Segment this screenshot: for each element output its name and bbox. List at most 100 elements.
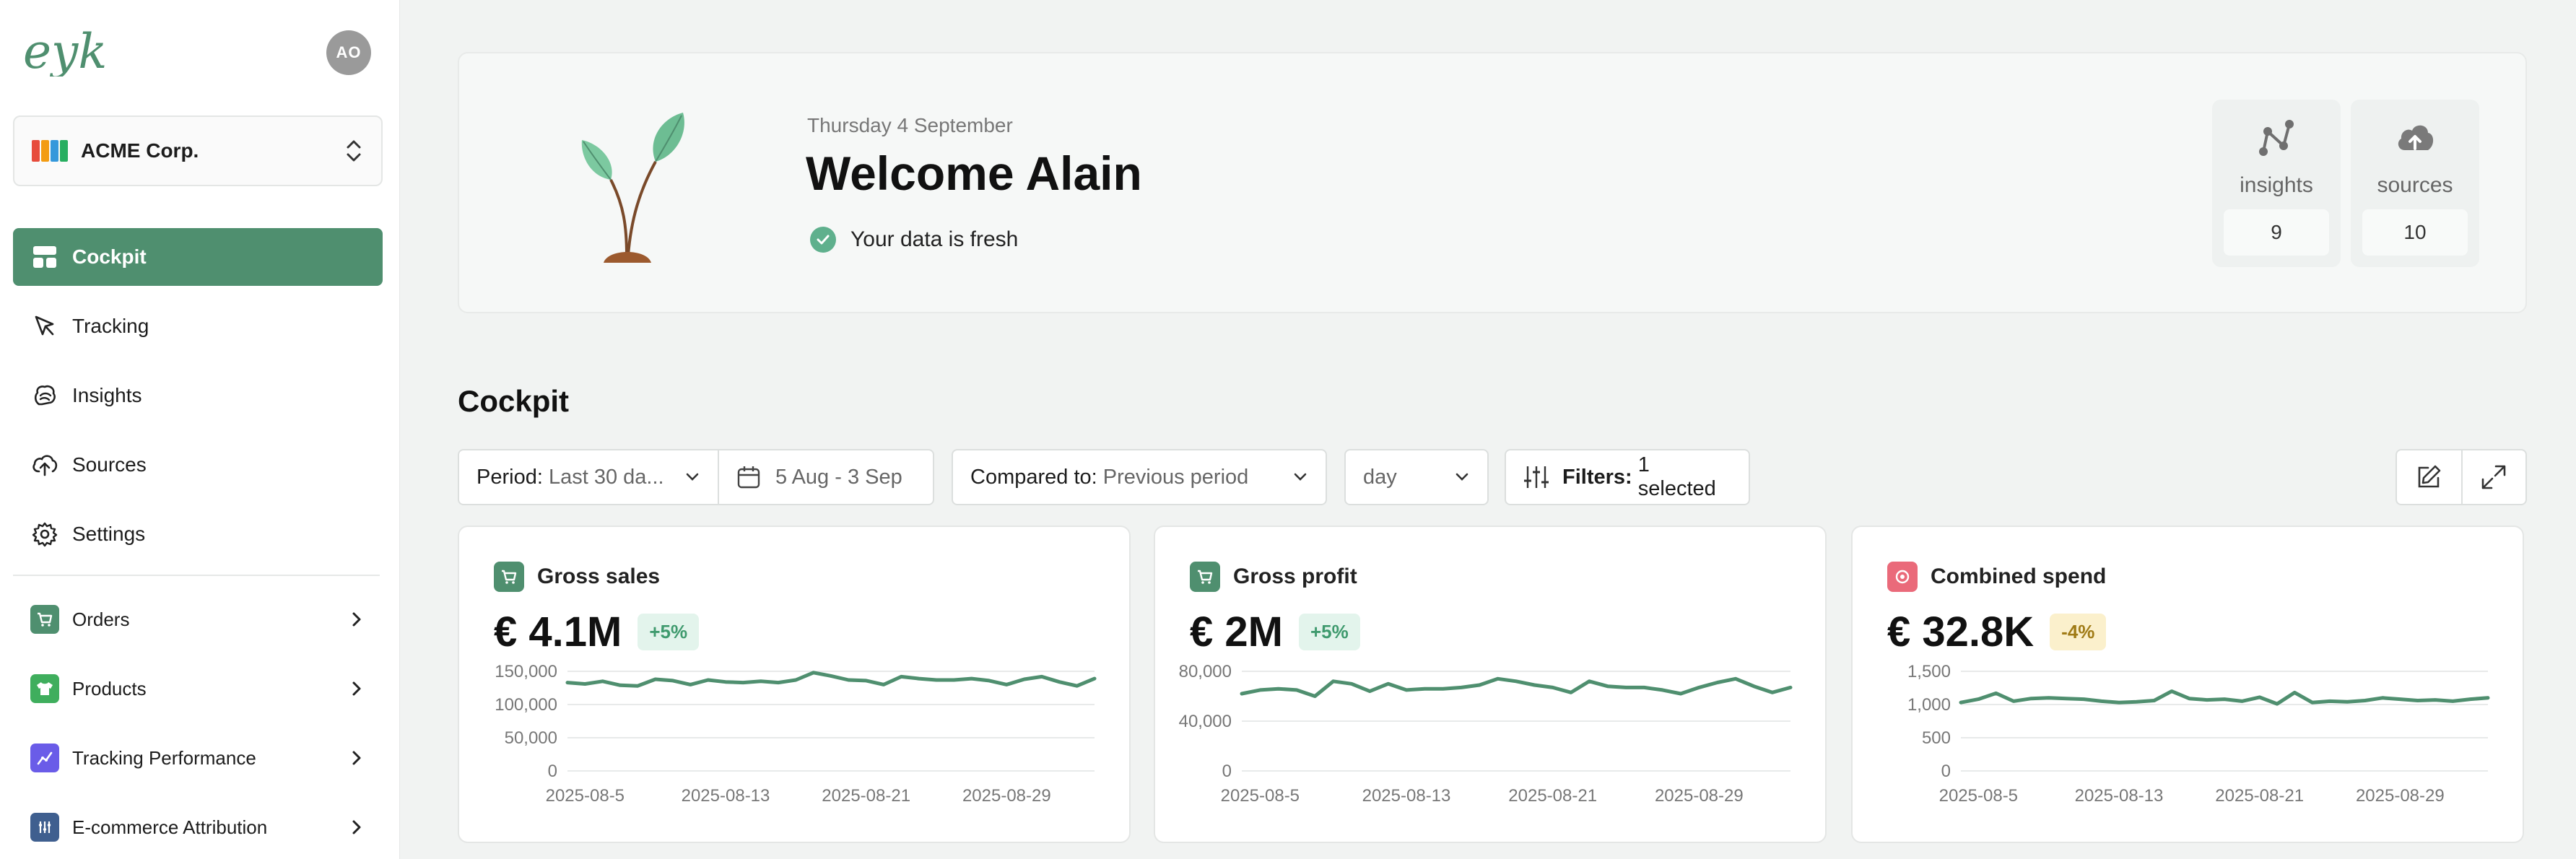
compare-value: Previous period bbox=[1102, 465, 1249, 489]
metric-card-gross-sales[interactable]: Gross sales € 4.1M +5% 0 50,000 100,000 150… bbox=[458, 526, 1131, 843]
sidebar-group-ecommerce-attribution[interactable]: E-commerce Attribution bbox=[13, 798, 383, 856]
y-tick-label: 1,000 bbox=[1907, 695, 1951, 715]
insights-stat[interactable]: insights 9 bbox=[2212, 100, 2341, 267]
section-title: Cockpit bbox=[458, 384, 570, 418]
x-tick-label: 2025-08-21 bbox=[1508, 786, 1597, 806]
card-title: Gross profit bbox=[1233, 564, 1357, 588]
cart-icon bbox=[1190, 562, 1220, 592]
edit-button[interactable] bbox=[2397, 450, 2461, 504]
period-value: Last 30 da... bbox=[548, 465, 664, 489]
nav-label: Cockpit bbox=[72, 245, 147, 268]
chevron-up-down-icon bbox=[347, 140, 361, 162]
date-range-picker[interactable]: 5 Aug - 3 Sep bbox=[718, 449, 934, 505]
eyk-logo[interactable]: eyk bbox=[23, 26, 124, 77]
change-badge: +5% bbox=[1298, 614, 1360, 650]
y-tick-label: 0 bbox=[1222, 762, 1232, 781]
metric-card-gross-profit[interactable]: Gross profit € 2M +5% 0 40,000 80,000 2025-… bbox=[1154, 526, 1827, 843]
filters-button[interactable]: Filters: 1 selected bbox=[1505, 449, 1750, 505]
organization-selector[interactable]: ACME Corp. bbox=[13, 115, 383, 186]
calendar-icon bbox=[737, 466, 760, 489]
compare-label: Compared to: bbox=[970, 465, 1097, 489]
date-range-value: 5 Aug - 3 Sep bbox=[775, 465, 902, 489]
gross-profit-chart[interactable]: 0 40,000 80,000 2025-08-5 2025-08-13 2025-08-… bbox=[1155, 657, 1828, 845]
metric-value: € 4.1M bbox=[494, 609, 622, 655]
sidebar-group-tracking-performance[interactable]: Tracking Performance bbox=[13, 729, 383, 787]
x-tick-label: 2025-08-13 bbox=[682, 786, 770, 806]
card-title: Gross sales bbox=[537, 564, 661, 588]
chevron-right-icon bbox=[352, 820, 361, 834]
brain-icon bbox=[30, 381, 59, 410]
nav-item-sources[interactable]: Sources bbox=[13, 436, 383, 494]
nav-label: Sources bbox=[72, 453, 147, 476]
nav-item-settings[interactable]: Settings bbox=[13, 505, 383, 563]
series-line bbox=[1240, 676, 1793, 698]
nav-label: Settings bbox=[72, 523, 146, 545]
change-badge: +5% bbox=[638, 614, 700, 650]
filters-label: Filters: bbox=[1562, 465, 1632, 489]
x-tick-label: 2025-08-29 bbox=[962, 786, 1051, 806]
x-tick-label: 2025-08-29 bbox=[2356, 786, 2445, 806]
combined-spend-chart[interactable]: 0 500 1,000 1,500 2025-08-5 2025-08-13 2025-08… bbox=[1853, 657, 2525, 845]
edit-icon bbox=[2419, 465, 2441, 488]
y-tick-label: 0 bbox=[1941, 762, 1951, 781]
cursor-icon bbox=[30, 312, 59, 341]
card-header: Gross profit bbox=[1190, 562, 1357, 592]
y-tick-label: 1,500 bbox=[1907, 662, 1951, 681]
chevron-right-icon bbox=[352, 751, 361, 765]
x-tick-label: 2025-08-5 bbox=[1221, 786, 1300, 806]
cart-icon bbox=[494, 562, 524, 592]
view-actions bbox=[2396, 449, 2527, 505]
series-line bbox=[565, 671, 1097, 688]
gross-sales-chart[interactable]: 0 50,000 100,000 150,000 2025-08-5 2025-08-13… bbox=[459, 657, 1132, 845]
metric-value: € 2M bbox=[1190, 609, 1283, 655]
card-value-row: € 4.1M +5% bbox=[494, 608, 700, 656]
y-tick-label: 40,000 bbox=[1179, 712, 1232, 731]
sliders-icon bbox=[1524, 466, 1549, 488]
group-label: Orders bbox=[72, 608, 130, 630]
card-value-row: € 2M +5% bbox=[1190, 608, 1360, 656]
y-tick-label: 500 bbox=[1922, 728, 1951, 748]
avatar[interactable]: AO bbox=[326, 30, 371, 75]
organization-name: ACME Corp. bbox=[81, 139, 199, 162]
x-tick-label: 2025-08-5 bbox=[1939, 786, 2018, 806]
change-badge: -4% bbox=[2050, 614, 2107, 650]
card-header: Combined spend bbox=[1887, 562, 2106, 592]
group-label: E-commerce Attribution bbox=[72, 816, 268, 838]
metric-value: € 32.8K bbox=[1887, 609, 2035, 655]
target-icon bbox=[1887, 562, 1918, 592]
sidebar-divider bbox=[13, 575, 380, 576]
shirt-icon bbox=[30, 674, 59, 703]
granularity-select[interactable]: day bbox=[1344, 449, 1489, 505]
nav-item-insights[interactable]: Insights bbox=[13, 367, 383, 424]
y-tick-label: 80,000 bbox=[1179, 662, 1232, 681]
nav-item-tracking[interactable]: Tracking bbox=[13, 297, 383, 355]
metric-card-combined-spend[interactable]: Combined spend € 32.8K -4% 0 500 1,000 1,50… bbox=[1851, 526, 2524, 843]
chevron-down-icon bbox=[1455, 473, 1468, 481]
stat-value: 10 bbox=[2362, 209, 2468, 256]
chevron-down-icon bbox=[686, 473, 699, 481]
period-select[interactable]: Period: Last 30 da... bbox=[458, 449, 719, 505]
period-label: Period: bbox=[477, 465, 543, 489]
layout-icon bbox=[30, 243, 59, 271]
granularity-value: day bbox=[1363, 465, 1397, 489]
logo-text: eyk bbox=[23, 26, 107, 77]
x-tick-label: 2025-08-29 bbox=[1655, 786, 1744, 806]
card-value-row: € 32.8K -4% bbox=[1887, 608, 2107, 656]
expand-button[interactable] bbox=[2460, 450, 2525, 504]
y-tick-label: 100,000 bbox=[495, 695, 557, 715]
sidebar: eyk AO ACME Corp. Cockpit Tracking Insig… bbox=[0, 0, 400, 859]
filters-value: 1 selected bbox=[1637, 453, 1716, 500]
sidebar-group-products[interactable]: Products bbox=[13, 660, 383, 718]
nav-label: Insights bbox=[72, 384, 142, 406]
stat-label: insights bbox=[2240, 173, 2313, 197]
compare-select[interactable]: Compared to: Previous period bbox=[952, 449, 1327, 505]
x-tick-label: 2025-08-21 bbox=[2215, 786, 2304, 806]
x-tick-label: 2025-08-13 bbox=[1362, 786, 1451, 806]
stat-label: sources bbox=[2377, 173, 2453, 197]
nav-item-cockpit[interactable]: Cockpit bbox=[13, 228, 383, 286]
sidebar-group-orders[interactable]: Orders bbox=[13, 590, 383, 648]
nav-label: Tracking bbox=[72, 315, 149, 337]
sources-stat[interactable]: sources 10 bbox=[2351, 100, 2479, 267]
y-tick-label: 50,000 bbox=[505, 728, 557, 748]
cloud-upload-icon bbox=[30, 450, 59, 479]
